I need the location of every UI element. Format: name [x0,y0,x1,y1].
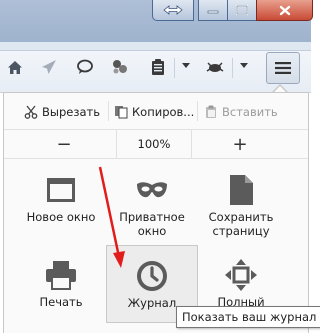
speech-bubble-icon [77,59,93,74]
paper-plane-icon [42,60,56,74]
maximize-icon [236,5,248,15]
paste-label: Вставить [222,105,278,119]
cut-button[interactable]: Вырезать [24,103,100,121]
home-icon [8,60,22,74]
home-button[interactable] [4,56,26,78]
close-button[interactable] [256,0,313,21]
new-window-button[interactable]: Новое окно [16,160,106,236]
new-window-label: Новое окно [26,210,96,224]
print-label: Печать [39,295,83,309]
edit-controls-row: Вырезать Копиров... Вставить [4,93,308,130]
double-arrow-icon [163,5,183,15]
menu-panel: Вырезать Копиров... Вставить − 100% + Но… [3,92,309,333]
clipboard-button[interactable] [147,56,169,78]
open-menu-button[interactable] [266,52,300,84]
minimize-icon [207,10,219,14]
molecule-icon [113,60,127,74]
paste-button[interactable]: Вставить [204,103,278,121]
private-window-label-1: Приватное [119,210,185,224]
copy-icon [115,106,128,119]
hamburger-icon [275,62,291,74]
save-page-label-1: Сохранить [208,210,274,224]
bug-icon [206,62,224,72]
maximize-button[interactable] [227,0,257,21]
extension-button[interactable] [109,56,131,78]
chat-button[interactable] [74,56,96,78]
private-window-button[interactable]: Приватное окно [107,160,197,238]
save-page-button[interactable]: Сохранить страницу [196,160,286,238]
minimize-button[interactable] [198,0,228,21]
save-page-label-2: страницу [212,224,270,238]
new-window-icon [47,178,75,202]
clipboard-icon [152,59,164,75]
private-window-label-2: окно [137,224,167,238]
clipboard-dropdown-icon[interactable] [182,63,190,68]
restore-tabs-button[interactable] [152,0,194,21]
print-icon [46,261,76,290]
send-button[interactable] [38,56,60,78]
cut-label: Вырезать [42,105,100,119]
zoom-controls-row: − 100% + [4,130,308,159]
private-mask-icon [137,182,167,198]
zoom-reset-button[interactable]: 100% [116,130,192,158]
window-titlebar [0,0,313,42]
zoom-out-button[interactable]: − [44,130,84,158]
fullscreen-icon [225,259,257,291]
addon-dropdown-icon[interactable] [240,63,248,68]
copy-label: Копиров... [132,105,195,119]
copy-button[interactable]: Копиров... [114,103,194,121]
save-page-icon [230,175,253,205]
close-icon [279,5,290,15]
ghost-addon-button[interactable] [204,56,226,78]
scissors-icon [24,105,38,119]
history-clock-icon [137,261,167,291]
zoom-in-button[interactable]: + [220,130,260,158]
history-tooltip: Показать ваш журнал (Ctrl+H) [176,306,320,328]
browser-toolbar [0,42,311,93]
paste-icon [206,105,216,118]
print-button[interactable]: Печать [16,245,106,321]
